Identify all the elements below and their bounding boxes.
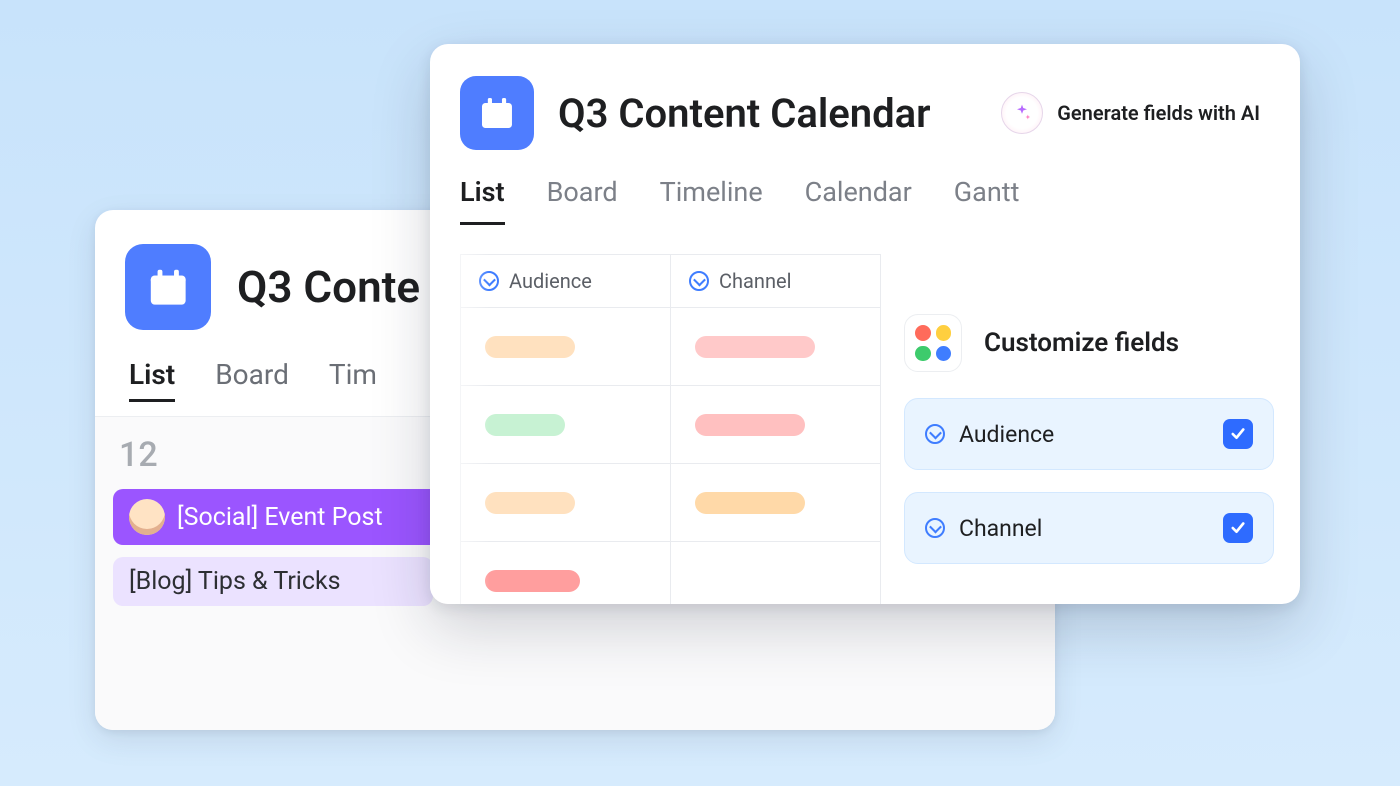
field-label: Audience — [959, 421, 1209, 448]
tag-chip — [485, 414, 565, 436]
tab-timeline[interactable]: Tim — [329, 358, 389, 402]
avatar — [129, 499, 165, 535]
tag-chip — [695, 336, 815, 358]
table-cell[interactable] — [461, 464, 671, 542]
calendar-app-icon — [125, 244, 211, 330]
task-label: [Social] Event Post — [177, 503, 383, 532]
field-grid: Audience Channel — [460, 254, 881, 604]
tag-chip — [695, 414, 805, 436]
tag-chip — [485, 570, 580, 592]
column-label: Channel — [719, 269, 791, 293]
customize-fields-panel: Customize fields Audience Channel — [904, 314, 1274, 586]
chevron-down-icon — [479, 271, 499, 291]
tab-timeline[interactable]: Timeline — [660, 176, 763, 225]
tab-gantt[interactable]: Gantt — [954, 176, 1020, 225]
customize-title: Customize fields — [984, 328, 1179, 358]
front-header: Q3 Content Calendar Generate fields with… — [430, 44, 1300, 154]
column-label: Audience — [509, 269, 592, 293]
tab-list[interactable]: List — [129, 358, 175, 402]
tab-calendar[interactable]: Calendar — [805, 176, 912, 225]
chevron-down-icon — [925, 518, 945, 538]
table-cell[interactable] — [671, 464, 881, 542]
ai-button-label: Generate fields with AI — [1057, 101, 1260, 125]
grid-column-audience: Audience — [461, 255, 671, 604]
grid-column-channel: Channel — [671, 255, 881, 604]
checkbox-checked-icon — [1223, 513, 1253, 543]
sparkle-icon — [1001, 92, 1043, 134]
table-cell[interactable] — [461, 542, 671, 604]
task-item[interactable]: [Blog] Tips & Tricks — [113, 557, 433, 606]
tab-board[interactable]: Board — [547, 176, 618, 225]
tag-chip — [485, 492, 575, 514]
list-view-card: Q3 Content Calendar Generate fields with… — [430, 44, 1300, 604]
field-toggle-audience[interactable]: Audience — [904, 398, 1274, 470]
tag-chip — [695, 492, 805, 514]
task-label: [Blog] Tips & Tricks — [129, 567, 341, 596]
customize-header: Customize fields — [904, 314, 1274, 372]
table-cell[interactable] — [461, 308, 671, 386]
calendar-app-icon — [460, 76, 534, 150]
chevron-down-icon — [689, 271, 709, 291]
tab-board[interactable]: Board — [215, 358, 289, 402]
column-header[interactable]: Channel — [671, 255, 881, 308]
view-tabs: List Board Timeline Calendar Gantt — [430, 154, 1300, 225]
column-header[interactable]: Audience — [461, 255, 671, 308]
tab-list[interactable]: List — [460, 176, 505, 225]
chevron-down-icon — [925, 424, 945, 444]
table-cell[interactable] — [461, 386, 671, 464]
generate-ai-button[interactable]: Generate fields with AI — [1001, 92, 1260, 134]
checkbox-checked-icon — [1223, 419, 1253, 449]
fields-icon — [904, 314, 962, 372]
page-title: Q3 Content Calendar — [558, 90, 977, 137]
field-toggle-channel[interactable]: Channel — [904, 492, 1274, 564]
tag-chip — [485, 336, 575, 358]
field-label: Channel — [959, 515, 1209, 542]
page-title: Q3 Conte — [237, 261, 420, 313]
table-cell[interactable] — [671, 542, 881, 604]
table-cell[interactable] — [671, 308, 881, 386]
table-cell[interactable] — [671, 386, 881, 464]
